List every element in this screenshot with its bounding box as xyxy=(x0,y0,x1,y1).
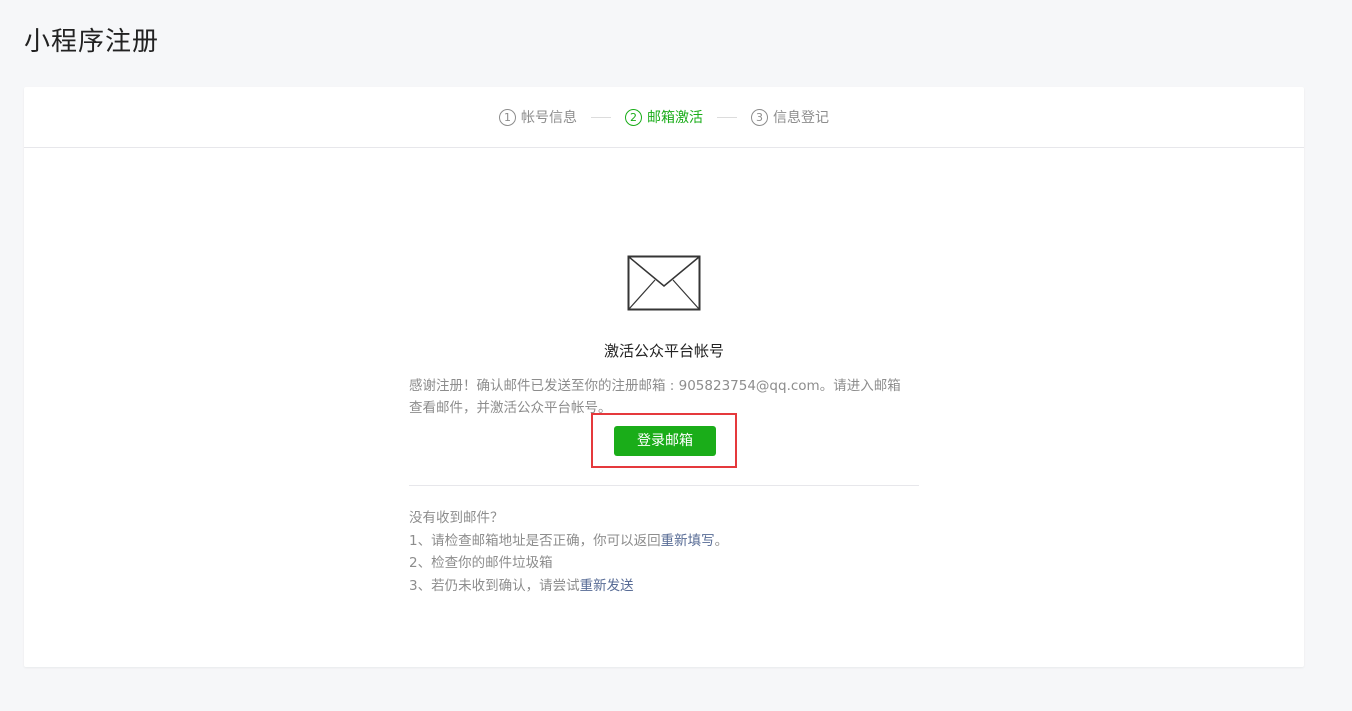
resend-link[interactable]: 重新发送 xyxy=(580,578,634,594)
divider xyxy=(409,485,919,486)
help-section: 没有收到邮件？ 1、请检查邮箱地址是否正确，你可以返回重新填写。 2、检查你的邮… xyxy=(409,507,919,597)
help-item-text: 3、若仍未收到确认，请尝试 xyxy=(409,577,580,594)
help-heading: 没有收到邮件？ xyxy=(409,510,504,526)
step-separator xyxy=(717,116,737,118)
login-mailbox-button[interactable]: 登录邮箱 xyxy=(614,426,716,456)
step-account-info: 1 帐号信息 xyxy=(499,107,577,127)
step-number: 1 xyxy=(499,108,516,126)
step-label: 信息登记 xyxy=(773,110,829,126)
envelope-icon xyxy=(627,255,701,311)
step-number: 3 xyxy=(751,108,768,126)
activation-title: 激活公众平台帐号 xyxy=(603,342,724,360)
step-separator xyxy=(591,116,611,118)
help-item-text: 1、请检查邮箱地址是否正确，你可以返回 xyxy=(409,532,661,549)
help-item-1: 1、请检查邮箱地址是否正确，你可以返回重新填写。 xyxy=(409,530,919,553)
step-email-activation: 2 邮箱激活 xyxy=(625,107,703,127)
step-progress: 1 帐号信息 2 邮箱激活 3 信息登记 xyxy=(24,87,1304,148)
step-label: 帐号信息 xyxy=(521,110,577,126)
step-number: 2 xyxy=(625,108,642,126)
registration-card: 1 帐号信息 2 邮箱激活 3 信息登记 激活公众平台帐号 感谢注册！确认邮件已… xyxy=(24,87,1304,667)
description-line: 查看邮件，并激活公众平台帐号。 xyxy=(409,400,612,416)
help-item-suffix: 。 xyxy=(714,532,729,549)
description-line: 感谢注册！确认邮件已发送至你的注册邮箱 : 905823754@qq.com。请… xyxy=(409,378,901,394)
step-label: 邮箱激活 xyxy=(647,110,703,126)
refill-link[interactable]: 重新填写 xyxy=(661,533,715,549)
help-item-3: 3、若仍未收到确认，请尝试重新发送 xyxy=(409,575,919,598)
help-item-2: 2、检查你的邮件垃圾箱 xyxy=(409,555,553,571)
page-title: 小程序注册 xyxy=(24,27,160,57)
step-info-registration: 3 信息登记 xyxy=(751,107,829,127)
